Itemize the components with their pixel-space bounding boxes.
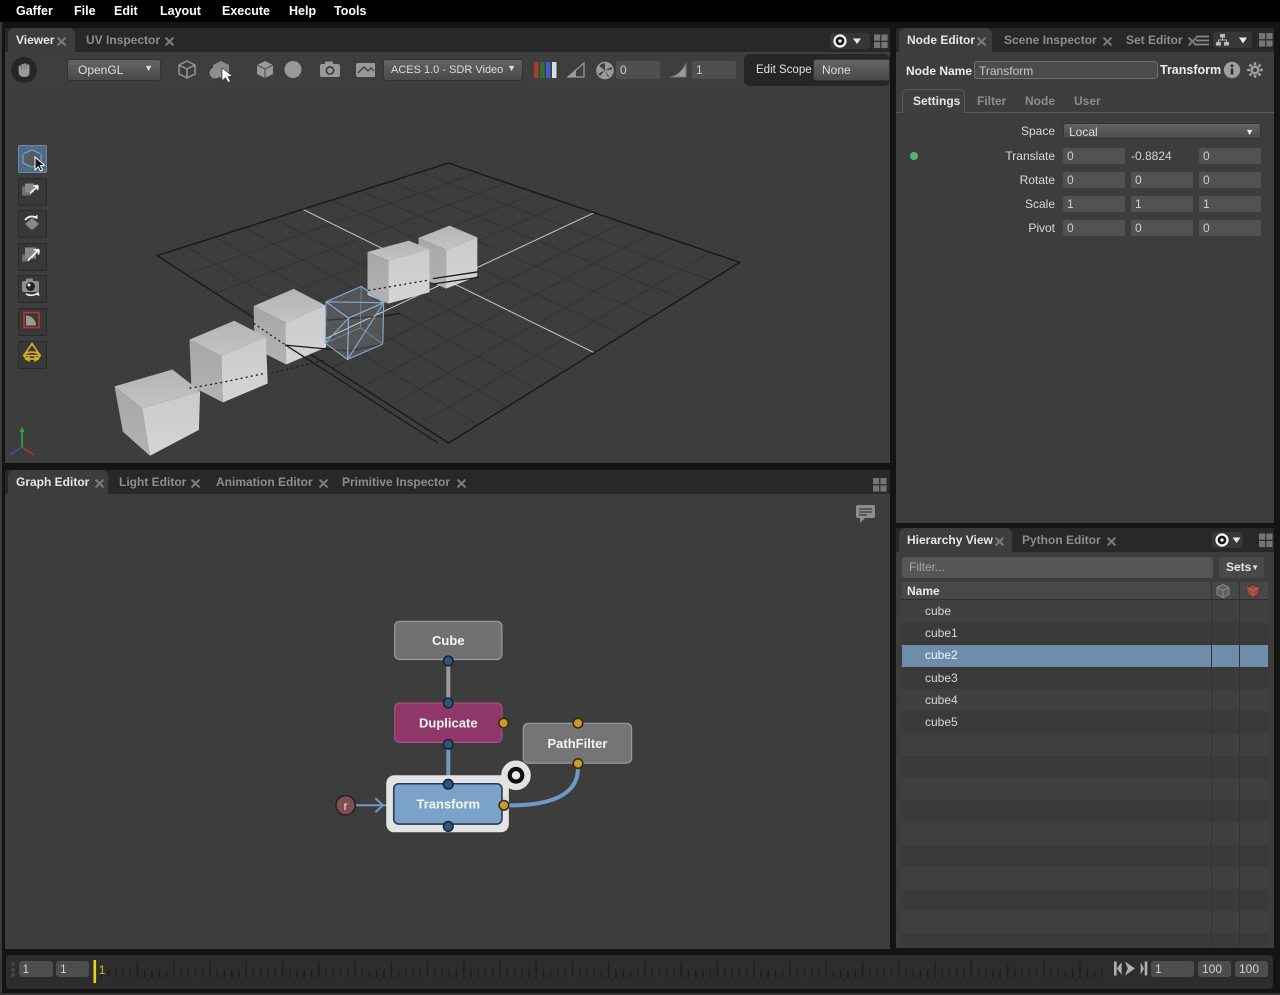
svg-text:Cube: Cube: [432, 633, 465, 648]
svg-text:Transform: Transform: [417, 797, 481, 812]
svg-text:Duplicate: Duplicate: [419, 715, 478, 730]
svg-text:r: r: [344, 799, 348, 813]
svg-text:PathFilter: PathFilter: [548, 736, 608, 751]
svg-text:1: 1: [99, 963, 106, 977]
